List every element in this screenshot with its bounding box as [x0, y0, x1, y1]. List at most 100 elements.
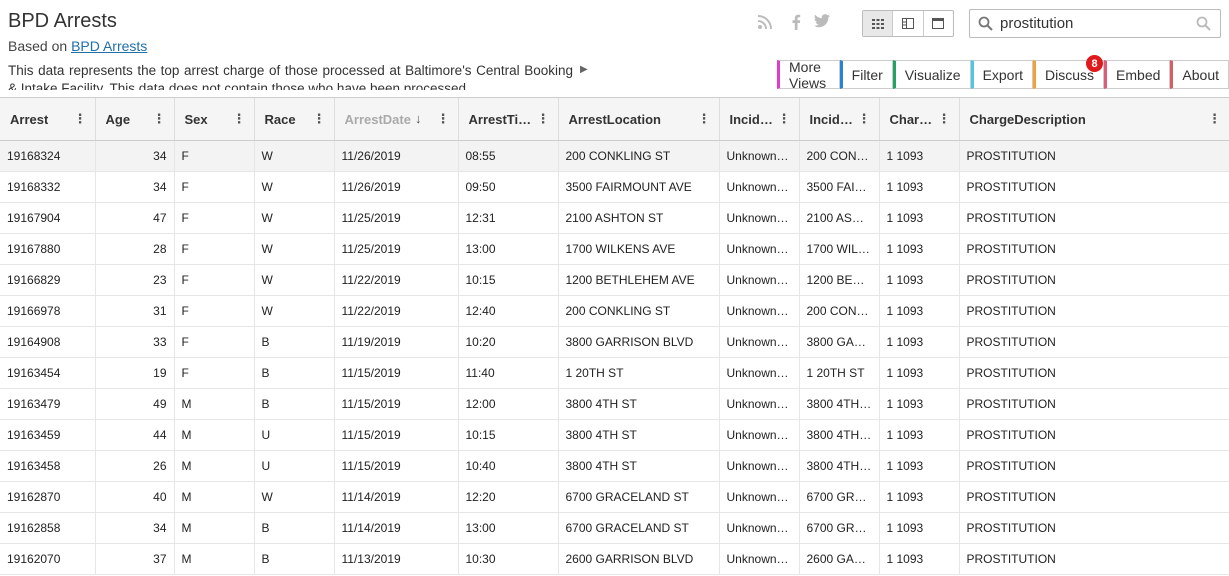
column-menu-icon[interactable]: ⋮ [233, 111, 246, 127]
table-cell[interactable]: 1700 WILKENS AVE [799, 233, 880, 265]
table-cell[interactable]: PROSTITUTION [959, 419, 1229, 451]
table-cell[interactable]: 1 1093 [879, 233, 960, 265]
column-header[interactable]: ArrestLocation ⋮ [558, 98, 720, 141]
table-cell[interactable]: M [174, 450, 255, 482]
table-cell[interactable]: PROSTITUTION [959, 140, 1229, 172]
column-menu-icon[interactable]: ⋮ [437, 111, 450, 127]
table-row[interactable]: 19167880 28 F W 11/25/2019 13:00 1700 WILKENS … [0, 233, 1229, 265]
table-cell[interactable]: 34 [95, 512, 175, 544]
table-cell[interactable]: 34 [95, 140, 175, 172]
table-cell[interactable]: PROSTITUTION [959, 543, 1229, 575]
table-cell[interactable]: W [254, 140, 335, 172]
table-row[interactable]: 19163454 19 F B 11/15/2019 11:40 1 20TH ST Unkn… [0, 357, 1229, 389]
table-cell[interactable]: 10:15 [458, 419, 559, 451]
table-cell[interactable]: PROSTITUTION [959, 171, 1229, 203]
table-cell[interactable]: W [254, 233, 335, 265]
table-cell[interactable]: 19167904 [0, 202, 96, 234]
column-header[interactable]: Incid… ⋮ [719, 98, 800, 141]
table-cell[interactable]: 26 [95, 450, 175, 482]
table-cell[interactable]: B [254, 388, 335, 420]
table-cell[interactable]: 200 CONKLING ST [799, 295, 880, 327]
table-cell[interactable]: 19163454 [0, 357, 96, 389]
table-row[interactable]: 19166829 23 F W 11/22/2019 10:15 1200 BETHLEHE… [0, 264, 1229, 296]
table-cell[interactable]: 3800 GARRISON BLVD [558, 326, 720, 358]
table-row[interactable]: 19168332 34 F W 11/26/2019 09:50 3500 FAIRMOUN… [0, 171, 1229, 203]
table-cell[interactable]: 11/15/2019 [334, 388, 459, 420]
twitter-icon[interactable] [814, 14, 830, 32]
table-cell[interactable]: Unknown Offense [719, 512, 800, 544]
table-cell[interactable]: Unknown Offense [719, 388, 800, 420]
table-cell[interactable]: 11/22/2019 [334, 295, 459, 327]
parent-dataset-link[interactable]: BPD Arrests [71, 38, 147, 54]
table-cell[interactable]: 2100 ASHTON ST [799, 202, 880, 234]
table-cell[interactable]: M [174, 419, 255, 451]
table-cell[interactable]: 2100 ASHTON ST [558, 202, 720, 234]
table-cell[interactable]: 11/14/2019 [334, 481, 459, 513]
column-menu-icon[interactable]: ⋮ [778, 111, 791, 127]
table-cell[interactable]: 6700 GRACELAND ST [558, 512, 720, 544]
table-cell[interactable]: 1 1093 [879, 326, 960, 358]
table-cell[interactable]: 47 [95, 202, 175, 234]
table-cell[interactable]: Unknown Offense [719, 140, 800, 172]
column-menu-icon[interactable]: ⋮ [74, 111, 87, 127]
table-cell[interactable]: B [254, 543, 335, 575]
table-row[interactable]: 19162070 37 M B 11/13/2019 10:30 2600 GARRISON… [0, 543, 1229, 575]
table-cell[interactable]: 44 [95, 419, 175, 451]
filter-button[interactable]: Filter [839, 60, 893, 89]
table-cell[interactable]: Unknown Offense [719, 481, 800, 513]
table-cell[interactable]: 2600 GARRISON BLVD [799, 543, 880, 575]
table-cell[interactable]: 23 [95, 264, 175, 296]
table-cell[interactable]: 11/22/2019 [334, 264, 459, 296]
table-cell[interactable]: 3800 4TH ST [799, 419, 880, 451]
column-menu-icon[interactable]: ⋮ [313, 111, 326, 127]
table-cell[interactable]: 11/25/2019 [334, 233, 459, 265]
table-cell[interactable]: 10:30 [458, 543, 559, 575]
table-cell[interactable]: 19168324 [0, 140, 96, 172]
embed-button[interactable]: Embed [1104, 60, 1171, 89]
table-cell[interactable]: 1 1093 [879, 202, 960, 234]
table-cell[interactable]: W [254, 202, 335, 234]
column-menu-icon[interactable]: ⋮ [858, 111, 871, 127]
table-cell[interactable]: 34 [95, 171, 175, 203]
table-cell[interactable]: 19168332 [0, 171, 96, 203]
table-cell[interactable]: 1 20TH ST [558, 357, 720, 389]
table-cell[interactable]: 200 CONKLING ST [799, 140, 880, 172]
table-cell[interactable]: F [174, 264, 255, 296]
table-cell[interactable]: PROSTITUTION [959, 326, 1229, 358]
column-header[interactable]: Sex ⋮ [174, 98, 255, 141]
table-cell[interactable]: F [174, 295, 255, 327]
table-cell[interactable]: 3800 4TH ST [799, 450, 880, 482]
table-cell[interactable]: 1 1093 [879, 419, 960, 451]
table-cell[interactable]: PROSTITUTION [959, 264, 1229, 296]
column-menu-icon[interactable]: ⋮ [698, 111, 711, 127]
table-cell[interactable]: Unknown Offense [719, 326, 800, 358]
table-row[interactable]: 19163459 44 M U 11/15/2019 10:15 3800 4TH ST Un… [0, 419, 1229, 451]
table-cell[interactable]: F [174, 233, 255, 265]
table-cell[interactable]: 11/19/2019 [334, 326, 459, 358]
table-cell[interactable]: 3800 4TH ST [558, 388, 720, 420]
table-row[interactable]: 19162858 34 M B 11/14/2019 13:00 6700 GRACELAN… [0, 512, 1229, 544]
table-cell[interactable]: M [174, 388, 255, 420]
table-cell[interactable]: Unknown Offense [719, 264, 800, 296]
table-cell[interactable]: 19166978 [0, 295, 96, 327]
table-cell[interactable]: U [254, 419, 335, 451]
table-cell[interactable]: PROSTITUTION [959, 295, 1229, 327]
table-cell[interactable]: F [174, 326, 255, 358]
table-cell[interactable]: 33 [95, 326, 175, 358]
table-cell[interactable]: U [254, 450, 335, 482]
table-cell[interactable]: 13:00 [458, 233, 559, 265]
table-cell[interactable]: 1 1093 [879, 481, 960, 513]
table-cell[interactable]: 11:40 [458, 357, 559, 389]
table-cell[interactable]: 1 1093 [879, 295, 960, 327]
table-cell[interactable]: 12:40 [458, 295, 559, 327]
table-cell[interactable]: Unknown Offense [719, 450, 800, 482]
table-row[interactable]: 19162870 40 M W 11/14/2019 12:20 6700 GRACELAN… [0, 481, 1229, 513]
table-cell[interactable]: 3800 4TH ST [558, 419, 720, 451]
export-button[interactable]: Export [970, 60, 1034, 89]
table-cell[interactable]: 1200 BETHLEHEM AVE [558, 264, 720, 296]
table-cell[interactable]: 200 CONKLING ST [558, 295, 720, 327]
table-cell[interactable]: 10:40 [458, 450, 559, 482]
table-cell[interactable]: F [174, 202, 255, 234]
column-header[interactable]: Age ⋮ [95, 98, 175, 141]
table-cell[interactable]: 49 [95, 388, 175, 420]
